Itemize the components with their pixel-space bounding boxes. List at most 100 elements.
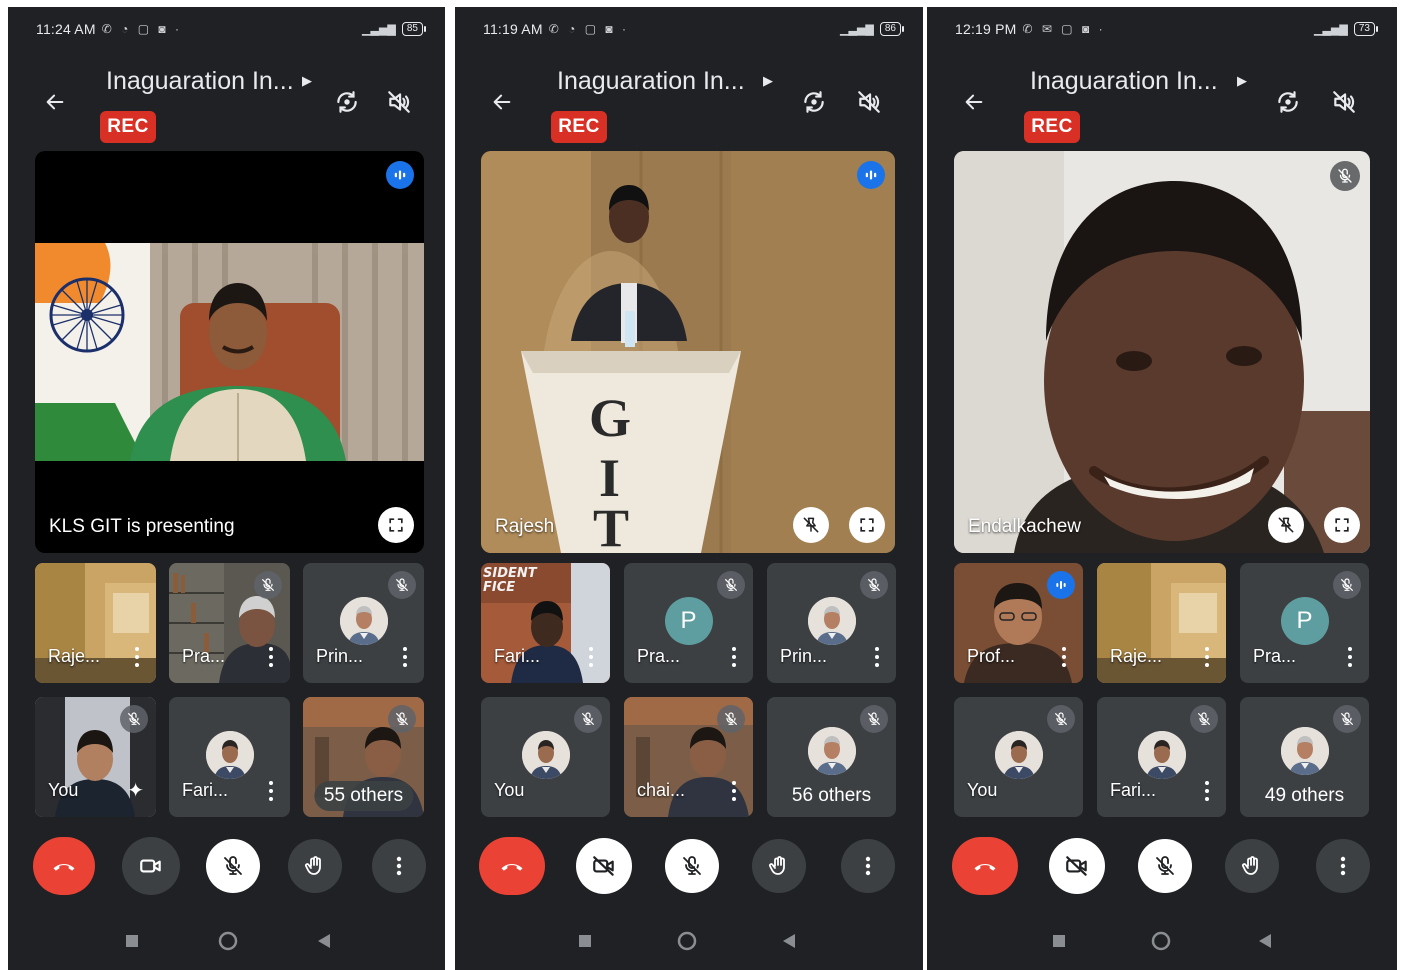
home-icon[interactable] bbox=[675, 929, 699, 953]
more-options-icon[interactable] bbox=[729, 781, 739, 801]
status-time: 11:24 AM bbox=[36, 21, 96, 37]
chevron-right-icon[interactable]: ▶ bbox=[763, 73, 773, 89]
status-bar: 11:19 AM ✆ ◔ ▢ ◙ · ▁▃▅▇ 86 bbox=[455, 7, 923, 51]
mic-off-icon bbox=[1190, 705, 1218, 733]
switch-camera-icon[interactable] bbox=[1271, 85, 1305, 119]
participant-name: Prin... bbox=[780, 646, 828, 666]
mic-toggle-button[interactable] bbox=[206, 839, 260, 893]
more-options-icon[interactable] bbox=[729, 647, 739, 667]
recents-icon[interactable] bbox=[573, 929, 597, 953]
chevron-right-icon[interactable]: ▶ bbox=[1237, 73, 1247, 89]
participant-tile-self[interactable]: You bbox=[954, 697, 1083, 817]
more-options-icon[interactable] bbox=[400, 647, 410, 667]
rec-badge: REC bbox=[100, 111, 156, 143]
back-nav-icon[interactable] bbox=[312, 929, 336, 953]
participant-tile-self[interactable]: You bbox=[481, 697, 610, 817]
chevron-right-icon[interactable]: ▶ bbox=[302, 73, 312, 89]
end-call-button[interactable] bbox=[952, 837, 1018, 895]
mic-off-icon bbox=[120, 705, 148, 733]
unpin-button[interactable] bbox=[1268, 507, 1304, 543]
participant-tile[interactable]: Raje... bbox=[35, 563, 156, 683]
back-arrow-icon[interactable] bbox=[485, 85, 519, 119]
participant-tile[interactable]: chai... bbox=[624, 697, 753, 817]
effects-sparkle-icon[interactable]: ✦ bbox=[127, 778, 144, 803]
mic-toggle-button[interactable] bbox=[1138, 839, 1192, 893]
switch-camera-icon[interactable] bbox=[797, 85, 831, 119]
back-nav-icon[interactable] bbox=[1253, 929, 1277, 953]
participant-tile[interactable]: P Pra... bbox=[1240, 563, 1369, 683]
more-options-icon[interactable] bbox=[872, 647, 882, 667]
signal-icon: ▁▃▅▇ bbox=[1314, 23, 1348, 36]
camera-off-button[interactable] bbox=[1049, 838, 1105, 894]
fullscreen-button[interactable] bbox=[849, 507, 885, 543]
main-video-tile[interactable]: KLS GIT is presenting bbox=[35, 151, 424, 553]
back-arrow-icon[interactable] bbox=[957, 85, 991, 119]
participant-tile-self[interactable]: You ✦ bbox=[35, 697, 156, 817]
raise-hand-button[interactable] bbox=[752, 839, 806, 893]
raise-hand-button[interactable] bbox=[288, 839, 342, 893]
avatar bbox=[339, 597, 388, 645]
more-options-icon[interactable] bbox=[266, 781, 276, 801]
others-tile[interactable]: 56 others bbox=[767, 697, 896, 817]
more-options-icon[interactable] bbox=[1202, 647, 1212, 667]
more-options-icon[interactable] bbox=[1345, 647, 1355, 667]
main-tile-label: Rajesh bbox=[495, 516, 555, 537]
participant-name: Pra... bbox=[1253, 646, 1297, 666]
others-tile[interactable]: 55 others bbox=[303, 697, 424, 817]
notification-icons: ✆ ◔ ▢ ◙ · bbox=[101, 22, 182, 36]
participant-tile[interactable]: Pra... bbox=[169, 563, 290, 683]
more-options-button[interactable] bbox=[372, 839, 426, 893]
mic-off-icon bbox=[717, 571, 745, 599]
back-nav-icon[interactable] bbox=[777, 929, 801, 953]
more-options-button[interactable] bbox=[841, 839, 895, 893]
more-options-icon[interactable] bbox=[132, 647, 142, 667]
mic-off-icon bbox=[388, 571, 416, 599]
avatar: P bbox=[664, 597, 713, 645]
mic-toggle-button[interactable] bbox=[665, 839, 719, 893]
meeting-title[interactable]: Inaguaration In... bbox=[1030, 67, 1218, 96]
participant-name: You bbox=[48, 780, 79, 800]
more-options-icon[interactable] bbox=[266, 647, 276, 667]
signal-icon: ▁▃▅▇ bbox=[840, 23, 874, 36]
recents-icon[interactable] bbox=[120, 929, 144, 953]
unpin-button[interactable] bbox=[793, 507, 829, 543]
home-icon[interactable] bbox=[1149, 929, 1173, 953]
home-icon[interactable] bbox=[216, 929, 240, 953]
speaker-off-icon[interactable] bbox=[852, 85, 886, 119]
meeting-header: Inaguaration In... ▶ REC bbox=[8, 55, 445, 155]
raise-hand-button[interactable] bbox=[1225, 839, 1279, 893]
camera-off-button[interactable] bbox=[576, 838, 632, 894]
switch-camera-icon[interactable] bbox=[330, 85, 364, 119]
avatar bbox=[1137, 731, 1186, 779]
end-call-button[interactable] bbox=[479, 837, 545, 895]
speaker-off-icon[interactable] bbox=[1327, 85, 1361, 119]
fullscreen-button[interactable] bbox=[1324, 507, 1360, 543]
end-call-button[interactable] bbox=[33, 837, 95, 895]
participant-name: Prof... bbox=[967, 646, 1016, 666]
main-video-tile[interactable]: G I T Rajesh bbox=[481, 151, 895, 553]
participant-tile[interactable]: Prof... bbox=[954, 563, 1083, 683]
call-controls bbox=[455, 837, 923, 901]
main-video-tile[interactable]: Endalkachew bbox=[954, 151, 1370, 553]
more-options-icon[interactable] bbox=[586, 647, 596, 667]
meeting-title[interactable]: Inaguaration In... bbox=[106, 67, 294, 96]
back-arrow-icon[interactable] bbox=[38, 85, 72, 119]
android-nav-bar bbox=[927, 919, 1397, 963]
water-bottle bbox=[625, 311, 635, 347]
speaker-off-icon[interactable] bbox=[382, 85, 416, 119]
more-options-button[interactable] bbox=[1316, 839, 1370, 893]
participant-tile[interactable]: SIDENT FICE Fari... bbox=[481, 563, 610, 683]
participant-tile[interactable]: P Pra... bbox=[624, 563, 753, 683]
participant-tile[interactable]: Fari... bbox=[169, 697, 290, 817]
participant-tile[interactable]: Raje... bbox=[1097, 563, 1226, 683]
fullscreen-button[interactable] bbox=[378, 507, 414, 543]
camera-button[interactable] bbox=[122, 837, 180, 895]
more-options-icon[interactable] bbox=[1059, 647, 1069, 667]
recents-icon[interactable] bbox=[1047, 929, 1071, 953]
participant-tile[interactable]: Prin... bbox=[303, 563, 424, 683]
meeting-title[interactable]: Inaguaration In... bbox=[557, 67, 745, 96]
participant-tile[interactable]: Prin... bbox=[767, 563, 896, 683]
others-tile[interactable]: 49 others bbox=[1240, 697, 1369, 817]
more-options-icon[interactable] bbox=[1202, 781, 1212, 801]
participant-tile[interactable]: Fari... bbox=[1097, 697, 1226, 817]
